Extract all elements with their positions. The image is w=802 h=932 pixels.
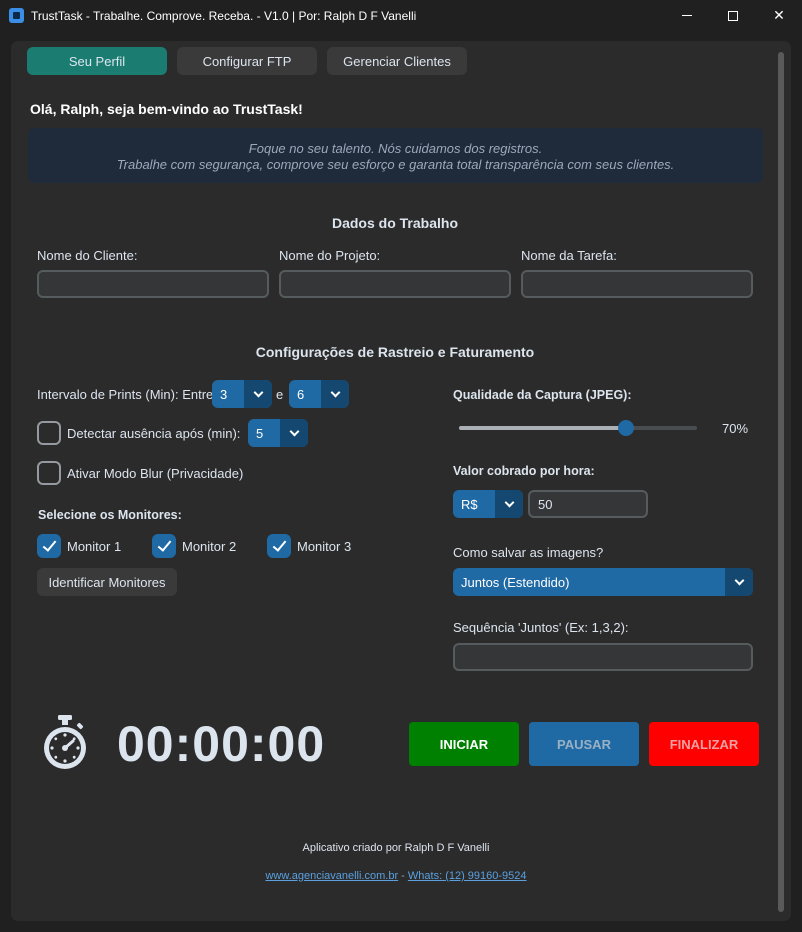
app-icon [9,8,24,23]
quote-box: Foque no seu talento. Nós cuidamos dos r… [28,128,763,183]
tab-configurar-ftp[interactable]: Configurar FTP [177,47,317,75]
scrollbar-thumb[interactable] [778,52,784,912]
greeting-text: Olá, Ralph, seja bem-vindo ao TrustTask! [30,101,303,117]
blur-checkbox[interactable] [37,461,61,485]
interval-min-select[interactable]: 3 [212,380,272,408]
interval-and-label: e [276,387,284,402]
monitor-3-label[interactable]: Monitor 3 [297,539,351,554]
monitor-1-checkbox[interactable] [37,534,61,558]
interval-label: Intervalo de Prints (Min): Entre [37,387,214,402]
absence-label[interactable]: Detectar ausência após (min): [67,426,240,441]
check-icon [157,537,172,552]
client-label: Nome do Cliente: [37,248,138,263]
footer-links: www.agenciavanelli.com.br - Whats: (12) … [0,870,792,882]
timer-display: 00:00:00 [117,716,326,772]
chevron-down-icon[interactable] [321,380,349,408]
work-data-title: Dados do Trabalho [331,215,458,231]
quote-line-1: Foque no seu talento. Nós cuidamos dos r… [248,141,543,156]
save-mode-value: Juntos (Estendido) [461,574,570,590]
rate-input[interactable] [528,490,648,518]
rate-label: Valor cobrado por hora: [453,464,595,478]
scrollbar[interactable] [776,52,786,912]
task-input[interactable] [521,270,753,298]
absence-select[interactable]: 5 [248,419,308,447]
start-button[interactable]: INICIAR [409,722,519,766]
chevron-down-icon[interactable] [725,568,753,596]
monitor-2-checkbox[interactable] [152,534,176,558]
project-label: Nome do Projeto: [279,248,381,263]
tab-gerenciar-clientes[interactable]: Gerenciar Clientes [327,47,467,75]
absence-value: 5 [256,425,264,441]
monitor-3-checkbox[interactable] [267,534,291,558]
minimize-button[interactable] [664,0,710,31]
finish-button[interactable]: FINALIZAR [649,722,759,766]
quality-slider-fill [459,426,626,430]
close-button[interactable]: ✕ [756,0,802,31]
save-mode-label: Como salvar as imagens? [453,545,604,560]
save-mode-select[interactable]: Juntos (Estendido) [453,568,753,596]
maximize-icon [728,10,738,21]
title-bar: TrustTask - Trabalhe. Comprove. Receba. … [0,0,802,31]
close-icon: ✕ [773,7,785,23]
monitor-2-label[interactable]: Monitor 2 [182,539,236,554]
minimize-icon [682,15,692,16]
chevron-down-icon[interactable] [280,419,308,447]
pause-button[interactable]: PAUSAR [529,722,639,766]
check-icon [42,537,57,552]
interval-min-value: 3 [220,386,228,402]
quality-label: Qualidade da Captura (JPEG): [453,388,632,402]
chevron-down-icon[interactable] [495,490,523,518]
quality-value: 70% [722,421,749,436]
quality-slider-knob[interactable] [617,420,634,436]
task-label: Nome da Tarefa: [521,248,617,263]
tab-seu-perfil[interactable]: Seu Perfil [27,47,167,75]
sequence-input[interactable] [453,643,753,671]
window-title: TrustTask - Trabalhe. Comprove. Receba. … [31,9,417,23]
maximize-button[interactable] [710,0,756,31]
interval-max-select[interactable]: 6 [289,380,349,408]
whatsapp-link[interactable]: Whats: (12) 99160-9524 [408,870,527,882]
absence-checkbox[interactable] [37,421,61,445]
quote-line-2: Trabalhe com segurança, comprove seu esf… [116,157,675,172]
chevron-down-icon[interactable] [244,380,272,408]
identify-monitors-button[interactable]: Identificar Monitores [37,568,177,596]
monitor-1-label[interactable]: Monitor 1 [67,539,121,554]
stopwatch-icon [44,715,86,769]
interval-max-value: 6 [297,386,305,402]
tracking-title: Configurações de Rastreio e Faturamento [255,344,535,360]
quality-slider[interactable] [459,420,697,436]
currency-select[interactable]: R$ [453,490,523,518]
project-input[interactable] [279,270,511,298]
sequence-label: Sequência 'Juntos' (Ex: 1,3,2): [453,620,629,635]
blur-label[interactable]: Ativar Modo Blur (Privacidade) [67,466,243,481]
check-icon [272,537,287,552]
currency-value: R$ [461,496,478,512]
client-input[interactable] [37,270,269,298]
footer-separator: - [401,870,405,882]
monitors-label: Selecione os Monitores: [38,508,182,522]
footer-credit: Aplicativo criado por Ralph D F Vanelli [302,842,490,854]
website-link[interactable]: www.agenciavanelli.com.br [265,870,398,882]
